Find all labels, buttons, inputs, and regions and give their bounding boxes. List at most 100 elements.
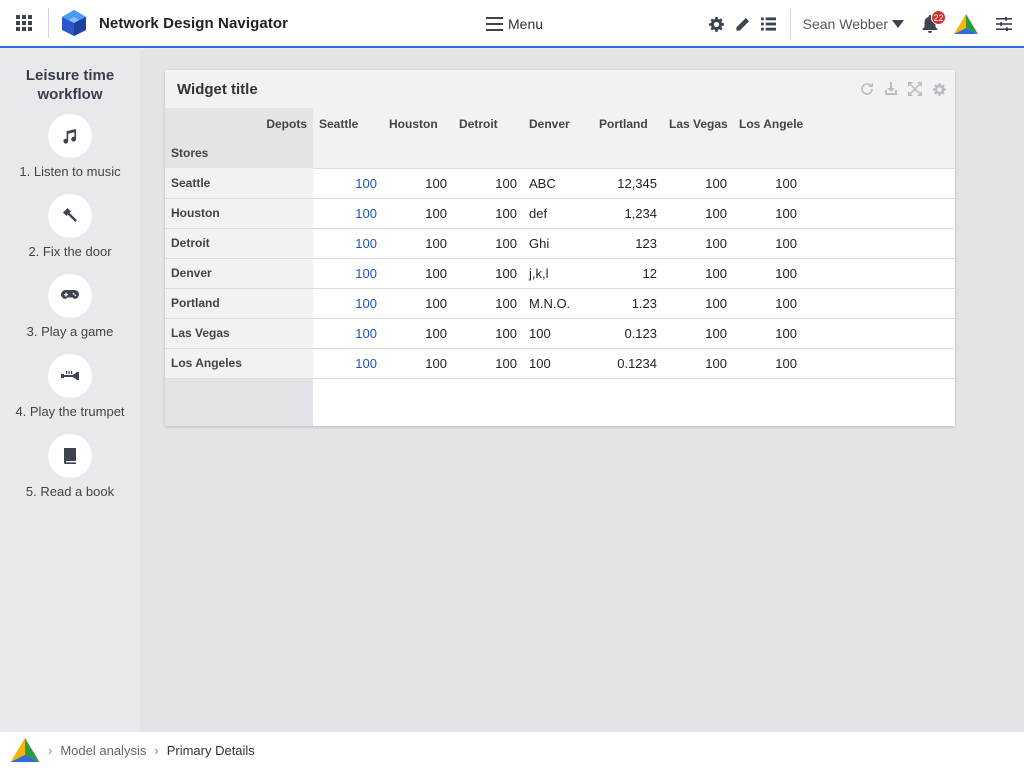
column-header-filler — [803, 108, 955, 169]
table-cell: 100 — [733, 198, 803, 229]
workflow-step-5[interactable]: 5. Read a book — [0, 434, 140, 499]
row-header[interactable]: Los Angeles — [165, 348, 313, 379]
step-1-label: 1. Listen to music — [19, 164, 121, 179]
row-header[interactable]: Detroit — [165, 228, 313, 259]
user-menu[interactable]: Sean Webber — [803, 16, 904, 32]
column-header[interactable]: Portland — [593, 108, 663, 169]
expand-button[interactable] — [907, 81, 923, 97]
breadcrumb-item[interactable]: Model analysis — [60, 743, 146, 758]
gear-icon — [932, 82, 946, 96]
chevron-right-icon: › — [48, 742, 53, 758]
breadcrumb: › Model analysis › Primary Details — [0, 732, 1024, 768]
main-menu-button[interactable]: Menu — [486, 0, 543, 48]
table-header-row: Depots Stores Seattle Houston Detroit De… — [165, 108, 955, 169]
table-row: Seattle 100 100 100 ABC 12,345 100 100 — [165, 168, 955, 199]
table-cell: 0.1234 — [593, 348, 663, 379]
menu-label: Menu — [508, 16, 544, 32]
table-cell: 100 — [453, 258, 523, 289]
hamburger-icon — [486, 17, 503, 31]
workflow-step-3[interactable]: 3. Play a game — [0, 274, 140, 339]
table-cell: 100 — [453, 228, 523, 259]
table-cell: 100 — [453, 288, 523, 319]
table-cell: 100 — [523, 318, 593, 349]
table-row: Denver 100 100 100 j,k,l 12 100 100 — [165, 258, 955, 289]
table-cell: 100 — [733, 168, 803, 199]
workflow-step-2[interactable]: 2. Fix the door — [0, 194, 140, 259]
settings-button[interactable] — [704, 0, 730, 48]
table-cell: 100 — [383, 318, 453, 349]
table-cell: 1,234 — [593, 198, 663, 229]
workflow-step-4[interactable]: 4. Play the trumpet — [0, 354, 140, 419]
notifications-button[interactable]: 22 — [912, 0, 948, 48]
caret-down-icon — [892, 20, 904, 28]
table-cell: 100 — [453, 198, 523, 229]
app-launcher-button[interactable] — [0, 0, 48, 47]
table-cell-link[interactable]: 100 — [313, 228, 383, 259]
widget-settings-button[interactable] — [931, 81, 947, 97]
refresh-button[interactable] — [859, 81, 875, 97]
table-cell-link[interactable]: 100 — [313, 258, 383, 289]
table-cell-link[interactable]: 100 — [313, 348, 383, 379]
column-header[interactable]: Houston — [383, 108, 453, 169]
workflow-title: Leisure time workflow — [25, 67, 115, 103]
widget-title: Widget title — [177, 80, 258, 98]
download-icon — [885, 82, 897, 95]
edit-button[interactable] — [730, 0, 756, 48]
table-cell-link[interactable]: 100 — [313, 198, 383, 229]
user-name: Sean Webber — [802, 16, 888, 32]
table-cell: 100 — [733, 288, 803, 319]
step-2-label: 2. Fix the door — [28, 244, 112, 259]
row-header[interactable]: Portland — [165, 288, 313, 319]
step-1-circle — [48, 114, 92, 158]
table-cell: 100 — [383, 288, 453, 319]
step-4-label: 4. Play the trumpet — [15, 404, 125, 419]
table-cell: 100 — [383, 168, 453, 199]
table-cell-filler — [803, 288, 955, 319]
row-header[interactable]: Houston — [165, 198, 313, 229]
table-cell-link[interactable]: 100 — [313, 168, 383, 199]
table-cell: 100 — [383, 198, 453, 229]
table-cell: 100 — [663, 258, 733, 289]
column-header[interactable]: Los Angeles — [733, 108, 803, 169]
workflow-sidebar: Leisure time workflow 1. Listen to music… — [0, 50, 140, 732]
brand-logo-icon — [10, 738, 40, 762]
preferences-button[interactable] — [984, 0, 1024, 48]
column-header[interactable]: Denver — [523, 108, 593, 169]
table-cell-filler — [803, 348, 955, 379]
table-cell: 100 — [663, 288, 733, 319]
table-row: Portland 100 100 100 M.N.O. 1.23 100 100 — [165, 288, 955, 319]
list-view-button[interactable] — [756, 0, 782, 48]
table-row: Los Angeles 100 100 100 100 0.1234 100 100 — [165, 348, 955, 379]
column-header[interactable]: Seattle — [313, 108, 383, 169]
gamepad-icon — [61, 290, 79, 299]
chevron-right-icon: › — [154, 742, 159, 758]
table-cell: 100 — [663, 348, 733, 379]
list-icon — [761, 17, 777, 31]
table-cell: Ghi — [523, 228, 593, 259]
app-logo-icon — [59, 8, 89, 38]
row-header[interactable]: Seattle — [165, 168, 313, 199]
table-cell: 100 — [733, 348, 803, 379]
table-cell-filler — [803, 318, 955, 349]
table-row: Las Vegas 100 100 100 100 0.123 100 100 — [165, 318, 955, 349]
table-cell: 100 — [453, 318, 523, 349]
column-header[interactable]: Las Vegas — [663, 108, 733, 169]
table-cell: 100 — [383, 348, 453, 379]
column-header[interactable]: Detroit — [453, 108, 523, 169]
table-cell-link[interactable]: 100 — [313, 288, 383, 319]
gear-icon — [709, 16, 725, 32]
depots-axis-label: Depots — [266, 117, 307, 131]
row-header[interactable]: Las Vegas — [165, 318, 313, 349]
table-body: Seattle 100 100 100 ABC 12,345 100 100 Houston 10… — [165, 168, 955, 426]
table-cell: 100 — [453, 168, 523, 199]
table-cell-link[interactable]: 100 — [313, 318, 383, 349]
row-header[interactable]: Denver — [165, 258, 313, 289]
app-title: Network Design Navigator — [99, 14, 289, 32]
brand-logo-icon — [948, 0, 984, 48]
table-cell-filler — [803, 168, 955, 199]
data-widget: Widget title Depots Stores Seattle Houst… — [165, 70, 955, 426]
step-4-circle — [48, 354, 92, 398]
download-button[interactable] — [883, 81, 899, 97]
workflow-step-1[interactable]: 1. Listen to music — [0, 114, 140, 179]
header-divider — [48, 8, 49, 38]
